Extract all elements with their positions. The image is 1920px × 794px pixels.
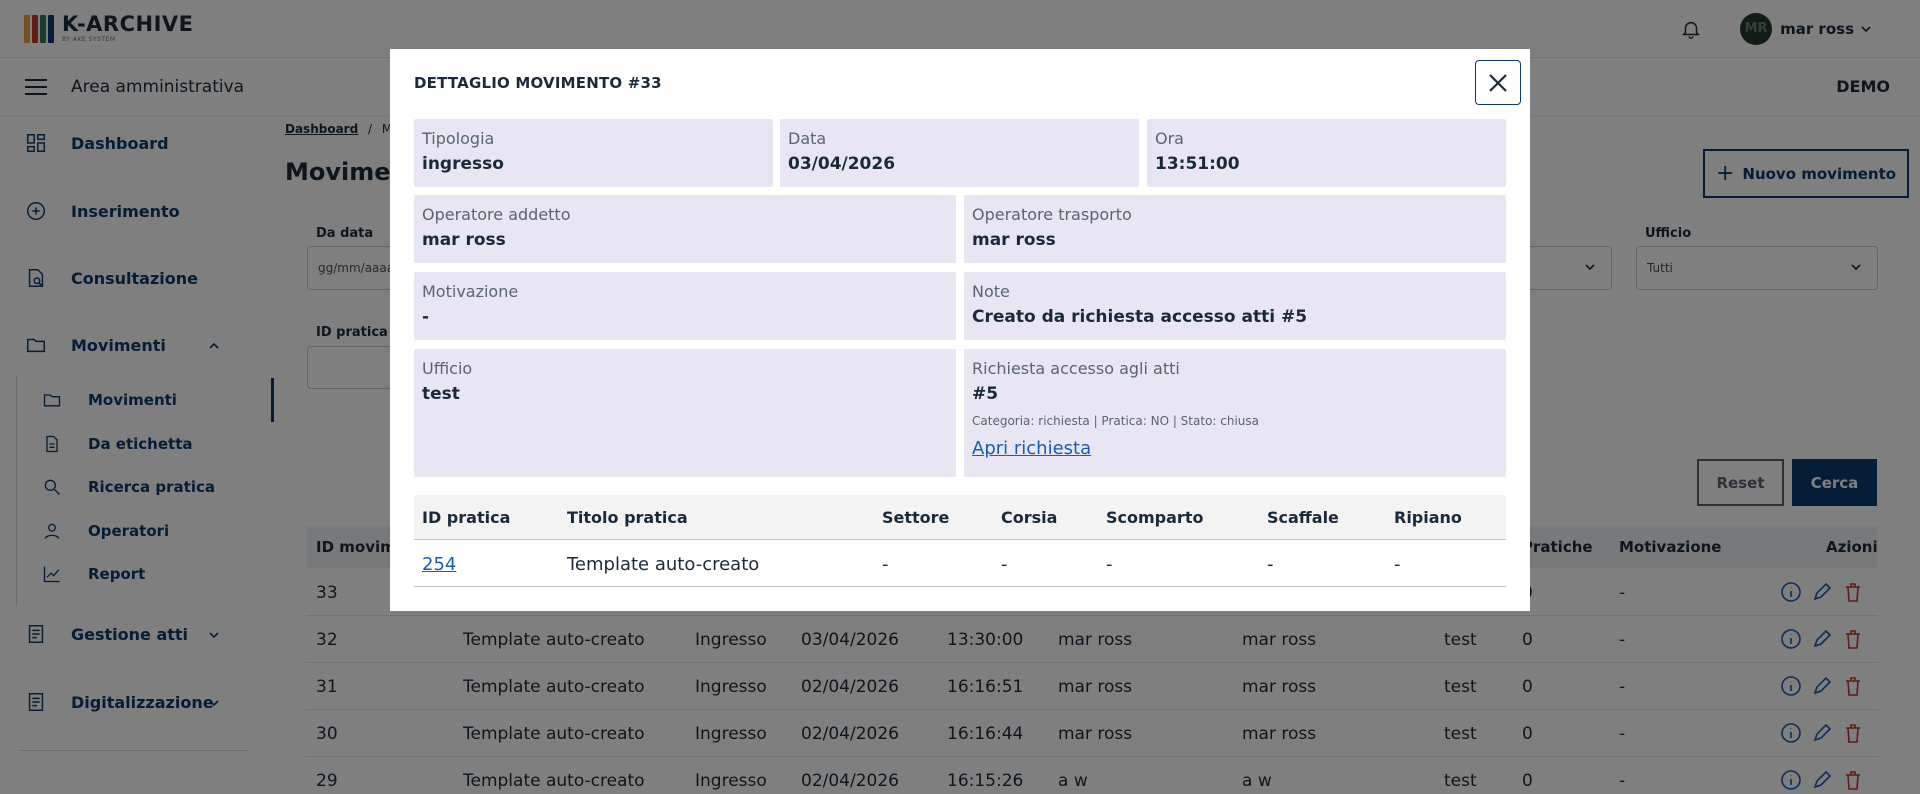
ora-card: Ora 13:51:00: [1147, 119, 1506, 187]
note-card: Note Creato da richiesta accesso atti #5: [964, 272, 1506, 340]
ora-label: Ora: [1155, 129, 1184, 148]
cell-id-pratica: 254: [422, 554, 456, 575]
cell-corsia: -: [1001, 554, 1008, 575]
modal-title: DETTAGLIO MOVIMENTO #33: [414, 74, 662, 92]
pratiche-table: ID pratica Titolo pratica Settore Corsia…: [414, 495, 1506, 587]
tipologia-label: Tipologia: [422, 129, 495, 148]
movement-detail-modal: DETTAGLIO MOVIMENTO #33 Tipologia ingres…: [390, 49, 1530, 611]
ora-value: 13:51:00: [1155, 154, 1240, 174]
motivazione-label: Motivazione: [422, 282, 519, 301]
ufficio-value: test: [422, 384, 460, 404]
ufficio-card: Ufficio test: [414, 349, 956, 477]
tipologia-card: Tipologia ingresso: [414, 119, 773, 187]
cell-titolo-pratica: Template auto-creato: [567, 554, 760, 575]
motivazione-value: -: [422, 307, 430, 327]
operatore-trasporto-card: Operatore trasporto mar ross: [964, 195, 1506, 263]
richiesta-label: Richiesta accesso agli atti: [972, 359, 1180, 378]
cell-settore: -: [882, 554, 889, 575]
pratica-link[interactable]: 254: [422, 554, 456, 575]
data-value: 03/04/2026: [788, 154, 896, 174]
richiesta-value: #5: [972, 384, 999, 404]
col-ripiano: Ripiano: [1394, 508, 1462, 527]
col-id-pratica: ID pratica: [422, 508, 511, 527]
table-row: 254 Template auto-creato - - - - -: [414, 540, 1506, 587]
cell-scomparto: -: [1106, 554, 1113, 575]
richiesta-meta: Categoria: richiesta | Pratica: NO | Sta…: [972, 414, 1260, 428]
operatore-addetto-card: Operatore addetto mar ross: [414, 195, 956, 263]
close-icon: [1489, 73, 1507, 92]
data-label: Data: [788, 129, 827, 148]
note-value: Creato da richiesta accesso atti #5: [972, 307, 1308, 327]
operatore-addetto-value: mar ross: [422, 230, 506, 250]
note-label: Note: [972, 282, 1010, 301]
app-root: K-ARCHIVE BY AKE SYSTEM MR mar ross Area…: [0, 0, 1920, 794]
cell-scaffale: -: [1267, 554, 1274, 575]
apri-richiesta-link[interactable]: Apri richiesta: [972, 438, 1091, 459]
col-titolo-pratica: Titolo pratica: [567, 508, 688, 527]
close-button[interactable]: [1475, 60, 1521, 105]
col-settore: Settore: [882, 508, 950, 527]
cell-ripiano: -: [1394, 554, 1401, 575]
operatore-trasporto-label: Operatore trasporto: [972, 205, 1132, 224]
col-scomparto: Scomparto: [1106, 508, 1204, 527]
richiesta-card: Richiesta accesso agli atti #5 Categoria…: [964, 349, 1506, 477]
operatore-addetto-label: Operatore addetto: [422, 205, 571, 224]
operatore-trasporto-value: mar ross: [972, 230, 1056, 250]
tipologia-value: ingresso: [422, 154, 504, 174]
data-card: Data 03/04/2026: [780, 119, 1139, 187]
col-scaffale: Scaffale: [1267, 508, 1339, 527]
ufficio-label: Ufficio: [422, 359, 473, 378]
col-corsia: Corsia: [1001, 508, 1058, 527]
pratiche-table-header: ID pratica Titolo pratica Settore Corsia…: [414, 495, 1506, 540]
motivazione-card: Motivazione -: [414, 272, 956, 340]
